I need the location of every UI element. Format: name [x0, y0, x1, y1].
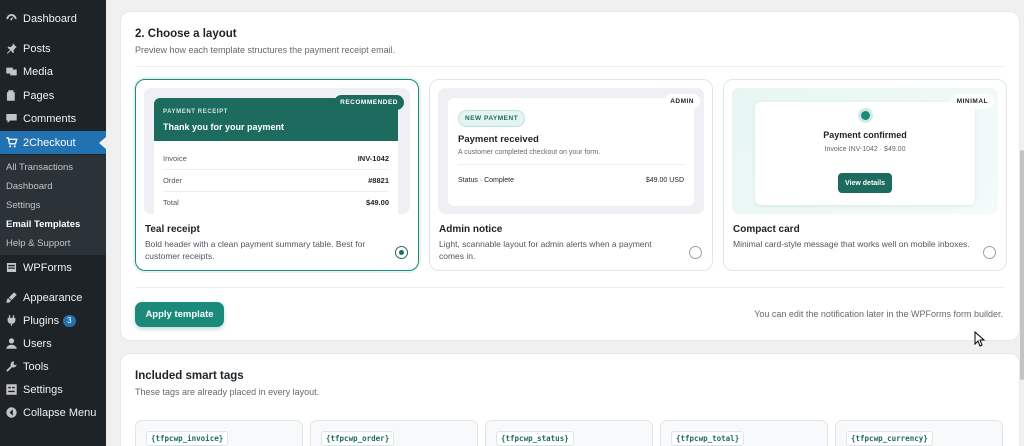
sidebar-item-dashboard[interactable]: Dashboard	[0, 7, 106, 30]
sidebar-item-posts[interactable]: Posts	[0, 37, 106, 60]
sidebar-item-wpforms[interactable]: WPForms	[0, 256, 106, 279]
divider	[458, 164, 684, 165]
sidebar-item-comments[interactable]: Comments	[0, 107, 106, 130]
option-title: Teal receipt	[145, 224, 200, 235]
teal-receipt-preview: PAYMENT RECEIPT Thank you for your payme…	[144, 88, 410, 214]
receipt-email-mock: PAYMENT RECEIPT Thank you for your payme…	[154, 98, 398, 214]
receipt-heading: Thank you for your payment	[163, 122, 285, 132]
teal-receipt-radio[interactable]	[395, 246, 408, 259]
smart-tag-item[interactable]: {tfpcwp_total}	[660, 420, 828, 446]
page-scrollbar[interactable]	[1020, 150, 1024, 380]
smart-tag-item[interactable]: {tfpcwp_invoice}	[135, 420, 303, 446]
layout-option-teal-receipt[interactable]: PAYMENT RECEIPT Thank you for your payme…	[135, 79, 419, 271]
admin-status: Status · Complete	[458, 177, 515, 184]
admin-line: A customer completed checkout on your fo…	[458, 149, 601, 156]
sidebar-item-tools[interactable]: Tools	[0, 355, 106, 378]
pin-icon	[5, 42, 18, 55]
divider	[135, 287, 1005, 288]
view-details-button: View details	[838, 173, 892, 193]
settings-icon	[5, 383, 18, 396]
media-icon	[5, 65, 18, 78]
dashboard-icon	[5, 12, 18, 25]
smart-tags-title: Included smart tags	[135, 370, 244, 382]
sidebar-item-plugins[interactable]: Plugins 3	[0, 309, 106, 332]
sidebar-collapse-menu[interactable]: Collapse Menu	[0, 401, 106, 424]
submenu-all-transactions[interactable]: All Transactions	[6, 162, 73, 173]
sidebar-item-pages[interactable]: Pages	[0, 84, 106, 107]
smart-tags-subtitle: These tags are already placed in every l…	[135, 387, 320, 397]
option-title: Admin notice	[439, 224, 503, 235]
builder-hint-text: You can edit the notification later in t…	[754, 309, 1003, 319]
success-dot-icon	[861, 111, 870, 120]
new-payment-tag: NEW PAYMENT	[458, 110, 526, 127]
sidebar-item-appearance[interactable]: Appearance	[0, 286, 106, 309]
layout-section-title: 2. Choose a layout	[135, 28, 237, 40]
plugins-update-badge: 3	[63, 314, 76, 327]
layout-section-subtitle: Preview how each template structures the…	[135, 45, 396, 55]
submenu-dashboard[interactable]: Dashboard	[6, 181, 52, 192]
admin-email-mock: NEW PAYMENT Payment received A customer …	[448, 98, 694, 206]
submenu-email-templates[interactable]: Email Templates	[6, 219, 80, 230]
cart-icon	[5, 136, 18, 149]
smart-tag-item[interactable]: {tfpcwp_currency}	[835, 420, 1003, 446]
submenu-settings[interactable]: Settings	[6, 200, 40, 211]
collapse-icon	[5, 406, 18, 419]
admin-amount: $49.00 USD	[645, 177, 684, 184]
receipt-row: Invoice INV-1042	[163, 148, 389, 170]
recommended-badge: RECOMMENDED	[334, 95, 404, 110]
compact-card-radio[interactable]	[983, 246, 996, 259]
smart-tag-item[interactable]: {tfpcwp_order}	[310, 420, 478, 446]
option-description: Light, scannable layout for admin alerts…	[439, 239, 652, 261]
sidebar-submenu: All Transactions Dashboard Settings Emai…	[0, 155, 106, 255]
admin-heading: Payment received	[458, 134, 539, 145]
sidebar-item-settings[interactable]: Settings	[0, 378, 106, 401]
smart-tag-item[interactable]: {tfpcwp_status}	[485, 420, 653, 446]
choose-layout-card: 2. Choose a layout Preview how each temp…	[120, 11, 1020, 341]
submenu-help-support[interactable]: Help & Support	[6, 238, 70, 249]
receipt-row: Total $49.00	[163, 198, 389, 207]
compact-email-mock: Payment confirmed Invoice INV-1042 · $49…	[755, 102, 975, 205]
receipt-row: Order #8821	[163, 170, 389, 192]
sidebar-item-users[interactable]: Users	[0, 332, 106, 355]
apply-template-button[interactable]: Apply template	[135, 302, 224, 327]
sidebar-item-2checkout[interactable]: 2Checkout	[0, 131, 106, 154]
user-icon	[5, 337, 18, 350]
brush-icon	[5, 291, 18, 304]
wrench-icon	[5, 360, 18, 373]
divider	[135, 66, 1005, 67]
admin-badge: ADMIN	[664, 94, 700, 109]
form-icon	[5, 261, 18, 274]
admin-notice-radio[interactable]	[689, 246, 702, 259]
comment-icon	[5, 112, 18, 125]
layout-option-admin-notice[interactable]: NEW PAYMENT Payment received A customer …	[429, 79, 713, 271]
compact-line: Invoice INV-1042 · $49.00	[824, 146, 906, 153]
compact-card-preview: Payment confirmed Invoice INV-1042 · $49…	[732, 88, 998, 214]
receipt-kicker: PAYMENT RECEIPT	[163, 109, 229, 115]
layout-option-compact-card[interactable]: Payment confirmed Invoice INV-1042 · $49…	[723, 79, 1007, 271]
compact-heading: Payment confirmed	[823, 130, 907, 140]
minimal-badge: MINIMAL	[950, 94, 994, 109]
plugin-icon	[5, 314, 18, 327]
option-description: Bold header with a clean payment summary…	[145, 239, 366, 261]
sidebar-item-media[interactable]: Media	[0, 60, 106, 83]
admin-notice-preview: NEW PAYMENT Payment received A customer …	[438, 88, 704, 214]
pages-icon	[5, 89, 18, 102]
admin-sidebar: Dashboard Posts Media Pages Comments 2Ch…	[0, 0, 106, 446]
option-description: Minimal card-style message that works we…	[733, 239, 970, 249]
option-title: Compact card	[733, 224, 800, 235]
smart-tags-card: Included smart tags These tags are alrea…	[120, 353, 1020, 446]
mouse-cursor-icon	[974, 331, 986, 347]
active-indicator	[99, 137, 106, 149]
